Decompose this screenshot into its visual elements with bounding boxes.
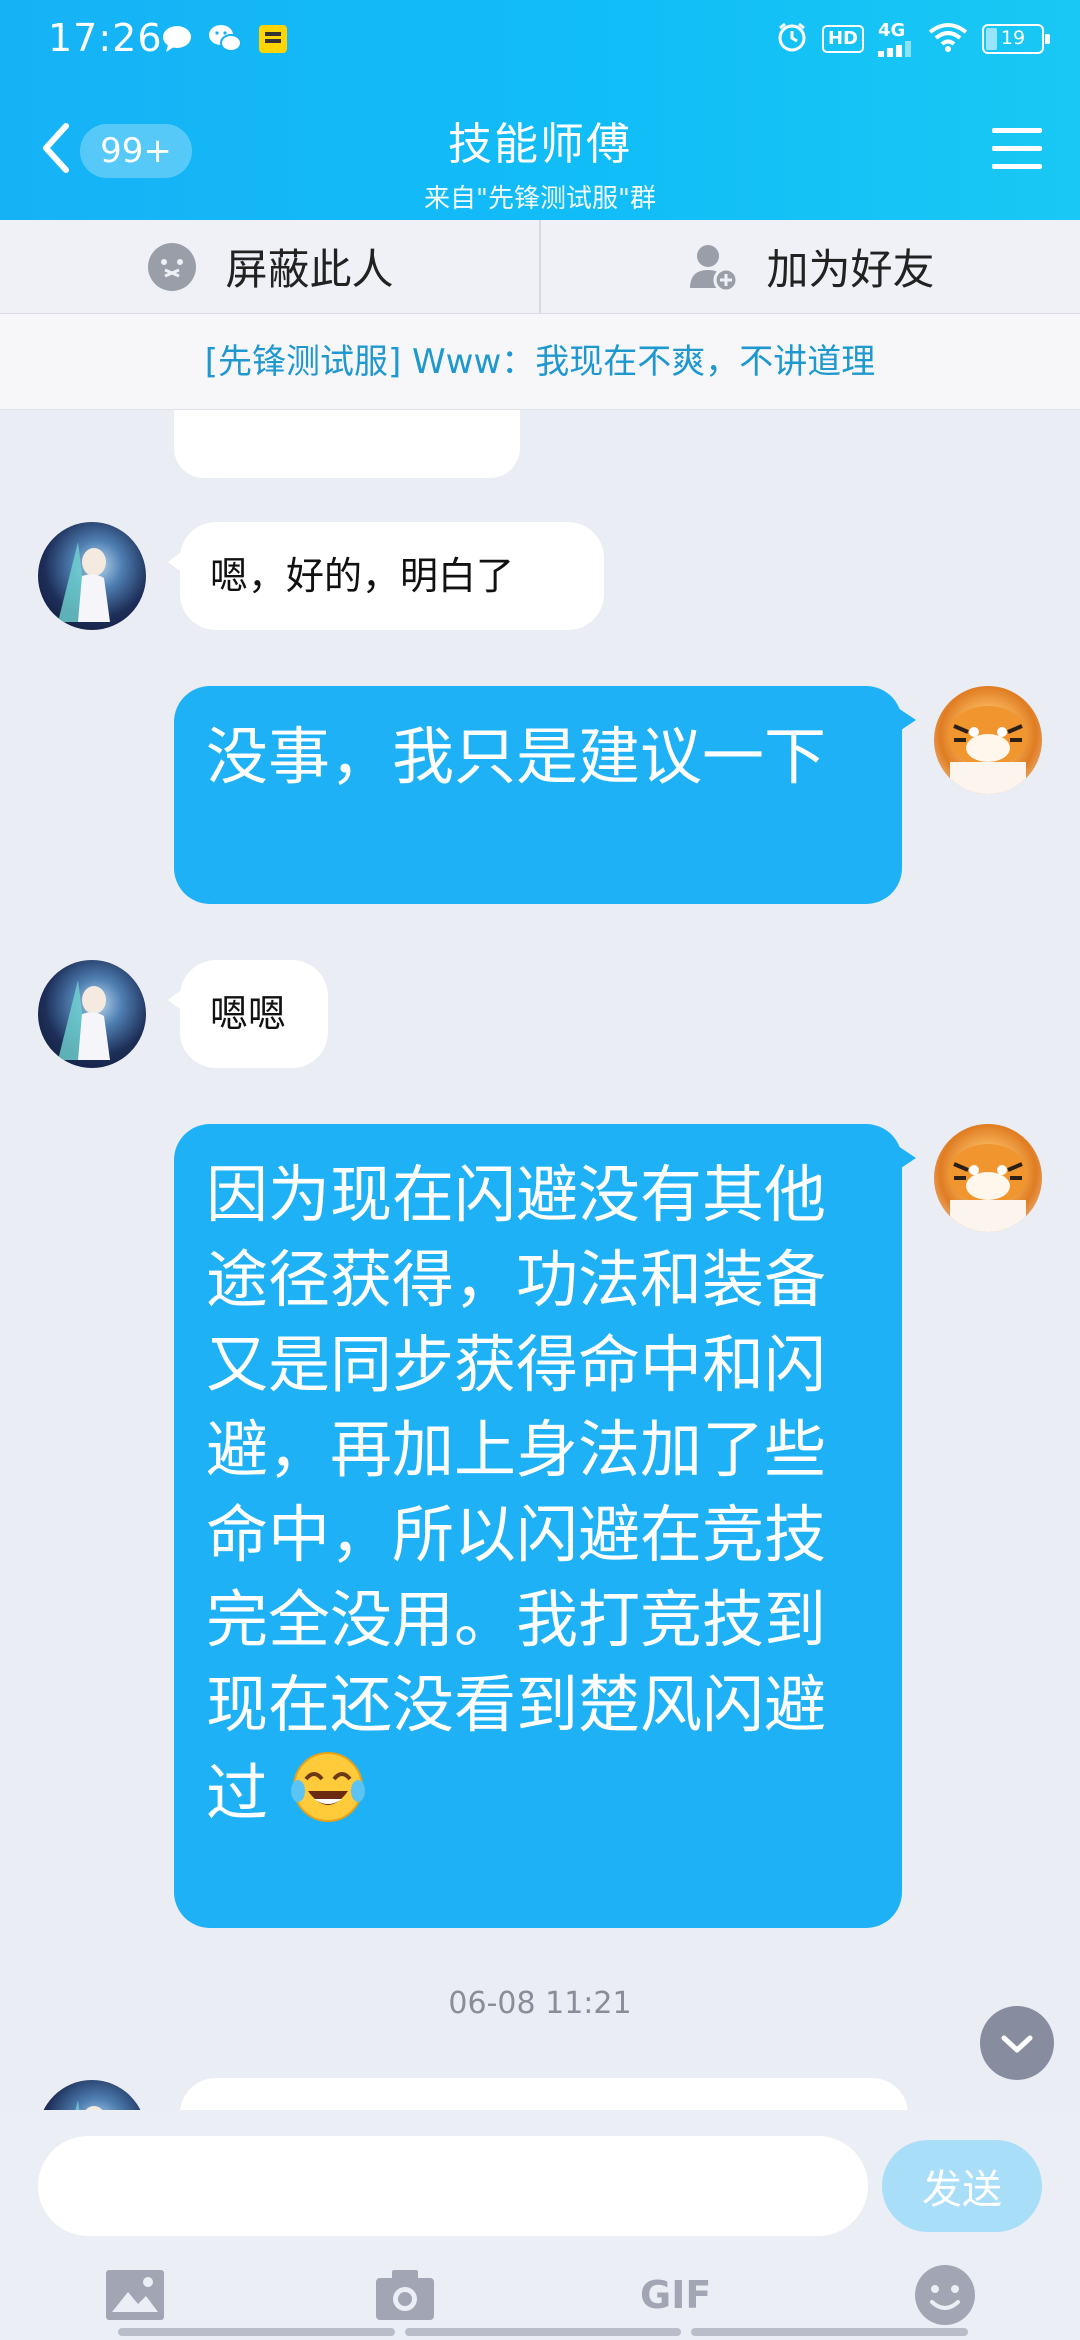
message-text: 嗯嗯 xyxy=(210,992,287,1036)
add-friend-label: 加为好友 xyxy=(766,245,935,294)
add-friend-button[interactable]: 加为好友 xyxy=(539,220,1080,313)
profile-action-bar: 屏蔽此人 加为好友 xyxy=(0,220,1080,314)
menu-line xyxy=(992,164,1042,169)
outgoing-message-bubble[interactable]: 没事，我只是建议一下 xyxy=(174,686,916,904)
menu-line xyxy=(992,128,1042,133)
status-bar: 17:26 HD 4G 19 xyxy=(0,0,1080,84)
block-user-button[interactable]: 屏蔽此人 xyxy=(0,220,539,313)
scroll-to-bottom-button[interactable] xyxy=(980,2006,1054,2080)
camera-button[interactable] xyxy=(370,2260,440,2330)
sender-avatar[interactable] xyxy=(38,2080,146,2110)
chat-bubble-icon xyxy=(160,22,194,56)
menu-button[interactable] xyxy=(992,128,1042,172)
incoming-message-bubble[interactable]: 嗯，好的，明白了 xyxy=(168,522,604,630)
toolbar-indicator xyxy=(118,2328,969,2336)
tiger-avatar-image xyxy=(948,706,1028,794)
message-text: 因为现在闪避没有其他途径获得，功法和装备又是同步获得命中和闪避，再加上身法加了些… xyxy=(206,1158,827,1830)
avatar-image xyxy=(58,980,110,1060)
indicator-segment xyxy=(118,2328,395,2336)
indicator-segment xyxy=(404,2328,682,2336)
sender-avatar[interactable] xyxy=(38,522,146,630)
menu-line xyxy=(992,146,1042,151)
image-message-bubble[interactable] xyxy=(174,410,520,478)
status-time: 17:26 xyxy=(48,16,163,60)
wifi-icon xyxy=(928,22,968,56)
camera-icon xyxy=(376,2270,434,2320)
emoji-button[interactable] xyxy=(910,2260,980,2330)
network-type-label: 4G xyxy=(878,20,906,41)
status-notification-icons xyxy=(160,22,290,56)
tears-of-joy-emoji xyxy=(288,1747,368,1848)
chat-header: 17:26 HD 4G 19 99+ 技能师傅 来自"先锋测试服"群 xyxy=(0,0,1080,220)
avatar-image xyxy=(58,542,110,622)
group-notice-banner[interactable]: [先锋测试服] Www：我现在不爽，不讲道理 xyxy=(0,314,1080,410)
chat-title-block: 技能师傅 来自"先锋测试服"群 xyxy=(0,108,1080,215)
incoming-message-bubble[interactable] xyxy=(168,2078,908,2110)
image-icon xyxy=(106,2270,164,2320)
emoji-icon xyxy=(915,2265,975,2325)
message-composer: 发送 GIF xyxy=(0,2110,1080,2340)
indicator-segment xyxy=(691,2328,969,2336)
signal-4g-icon: 4G xyxy=(878,20,914,57)
app-notification-icon xyxy=(256,22,290,56)
outgoing-message-bubble[interactable]: 因为现在闪避没有其他途径获得，功法和装备又是同步获得命中和闪避，再加上身法加了些… xyxy=(174,1124,916,1928)
gif-button[interactable]: GIF xyxy=(640,2260,711,2330)
incoming-message-bubble[interactable]: 嗯嗯 xyxy=(168,960,328,1068)
message-input[interactable] xyxy=(38,2136,868,2236)
alarm-icon xyxy=(776,21,808,57)
sticker-image xyxy=(214,410,454,420)
block-user-label: 屏蔽此人 xyxy=(225,245,394,294)
composer-toolbar: GIF xyxy=(0,2250,1080,2340)
avatar-image xyxy=(75,2100,103,2110)
battery-icon: 19 xyxy=(982,23,1050,54)
tiger-avatar-image xyxy=(948,1144,1028,1232)
add-friend-icon xyxy=(690,244,739,292)
send-button[interactable]: 发送 xyxy=(882,2140,1042,2232)
chat-subtitle: 来自"先锋测试服"群 xyxy=(424,184,656,214)
my-avatar[interactable] xyxy=(934,1124,1042,1232)
chevron-down-icon xyxy=(1001,2035,1033,2053)
my-avatar[interactable] xyxy=(934,686,1042,794)
wechat-icon xyxy=(208,22,242,56)
chat-message-list[interactable]: 嗯，好的，明白了 没事，我只是建议一下 嗯嗯 因为现在闪避没有其他途径获得，功法… xyxy=(0,410,1080,2110)
battery-level: 19 xyxy=(1000,26,1026,49)
block-icon xyxy=(148,242,197,291)
sender-avatar[interactable] xyxy=(38,960,146,1068)
status-right-icons: HD 4G 19 xyxy=(776,20,1050,57)
message-timestamp: 06-08 11:21 xyxy=(448,1986,632,2021)
message-text: 没事，我只是建议一下 xyxy=(206,720,827,793)
chat-title: 技能师傅 xyxy=(448,119,632,170)
message-text: 嗯，好的，明白了 xyxy=(210,554,515,598)
hd-icon: HD xyxy=(821,24,864,53)
image-button[interactable] xyxy=(100,2260,170,2330)
